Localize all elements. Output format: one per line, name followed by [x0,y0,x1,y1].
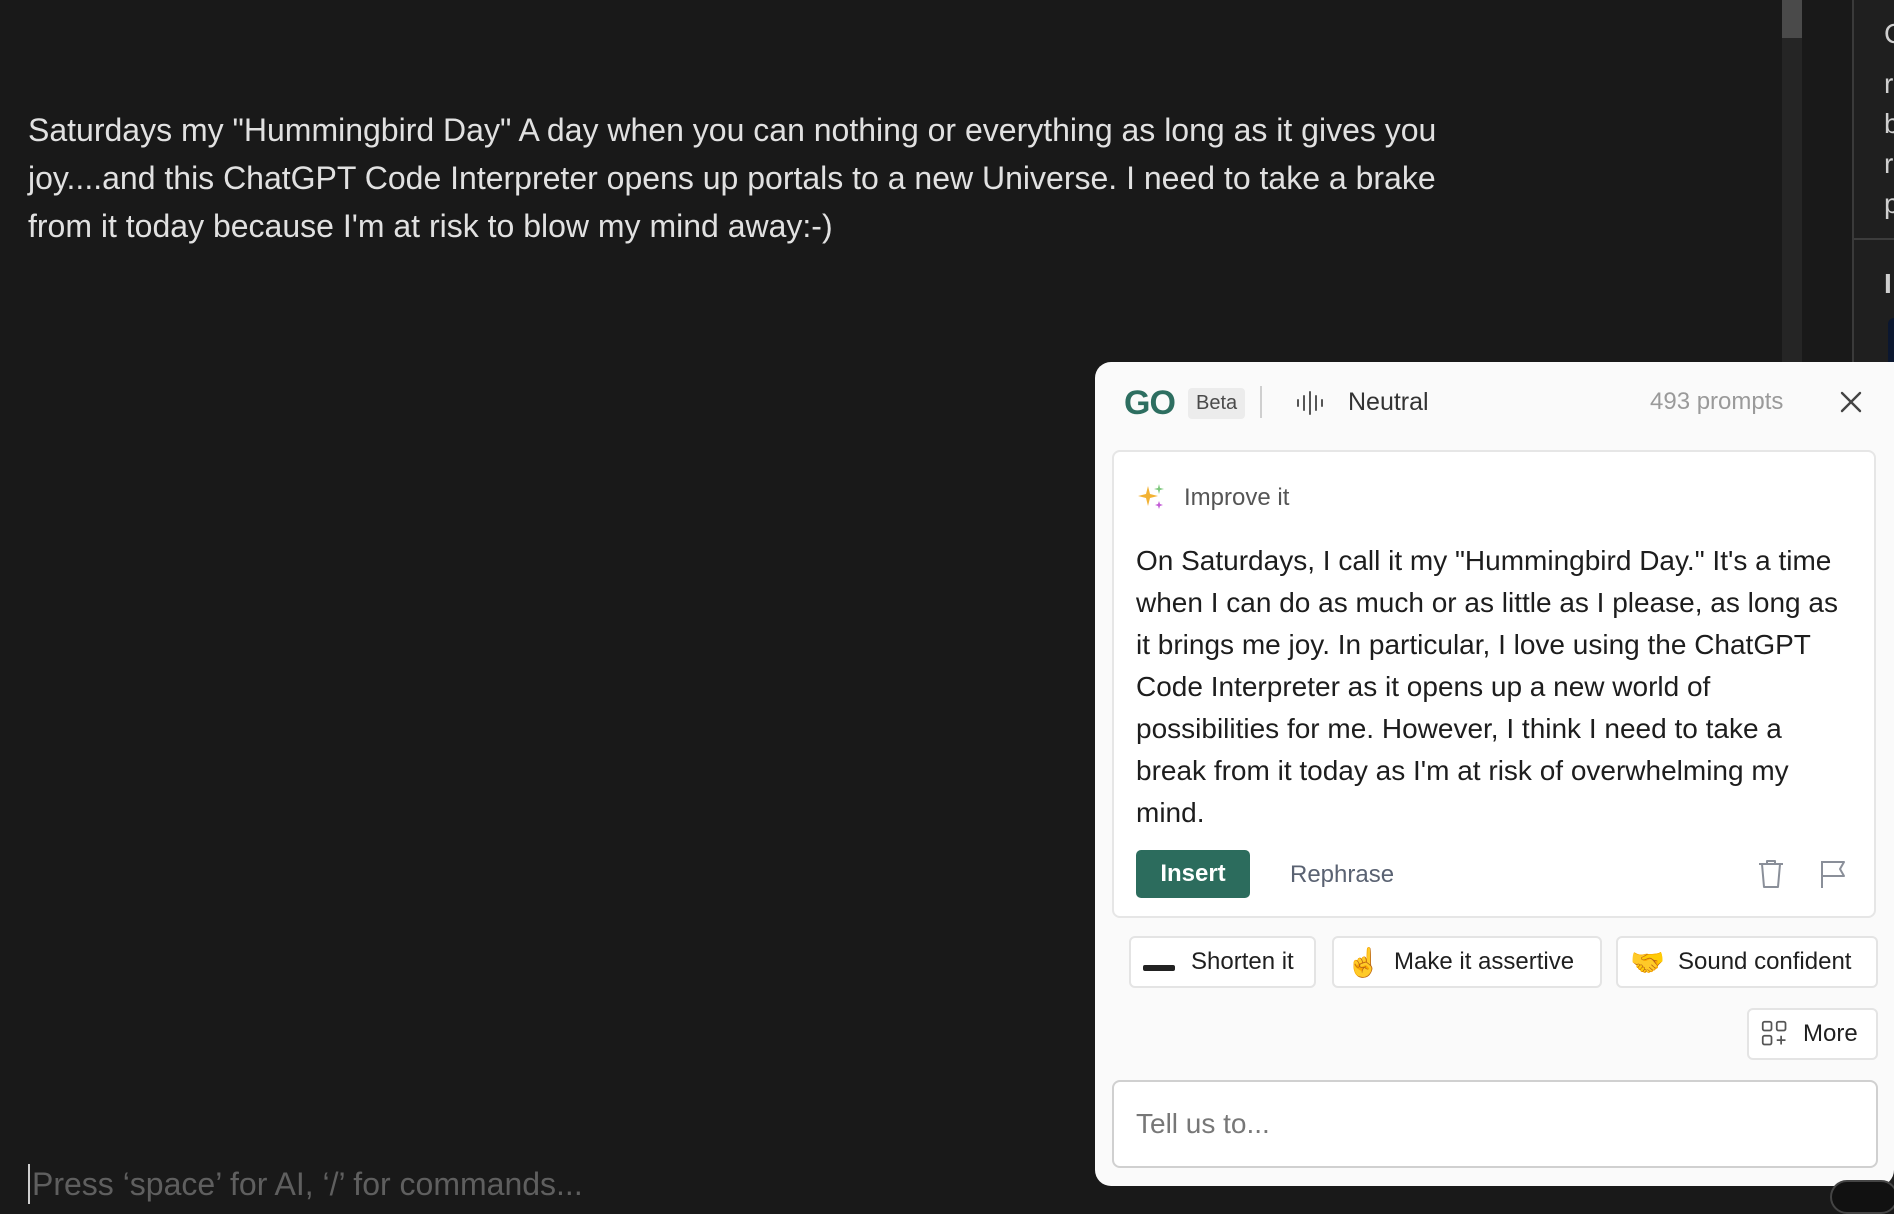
trash-icon[interactable] [1756,858,1786,890]
header-divider [1260,386,1262,418]
side-peek-text: C [1884,18,1894,50]
chip-label: Shorten it [1191,948,1294,975]
apps-plus-icon [1761,1020,1787,1046]
sparkle-icon [1138,484,1164,509]
side-peek-text: r [1884,68,1894,99]
prompts-count: 493 prompts [1650,388,1784,415]
document-body-text[interactable]: Saturdays my "Hummingbird Day" A day whe… [28,106,1448,250]
beta-badge: Beta [1188,388,1246,419]
go-logo: GO [1124,384,1176,422]
dash-icon [1143,946,1175,978]
sound-confident-button[interactable]: 🤝 Sound confident [1616,936,1878,988]
assistant-header: GO Beta Neutral 493 prompts [1095,362,1894,444]
chip-label: Make it assertive [1394,948,1575,975]
card-heading: Improve it [1184,484,1290,511]
tell-us-input[interactable] [1112,1080,1878,1168]
pointing-finger-icon: ☝️ [1346,946,1381,978]
rephrase-button[interactable]: Rephrase [1290,861,1394,889]
shorten-it-button[interactable]: Shorten it [1129,936,1316,988]
panel-bottom-edge [1095,1186,1894,1198]
corner-button[interactable] [1830,1180,1894,1214]
side-peek-text: r [1884,148,1894,179]
tone-selector[interactable]: Neutral [1348,388,1429,417]
go-assistant-panel: GO Beta Neutral 493 prompts Improve it O… [1095,362,1894,1186]
suggestion-card: Improve it On Saturdays, I call it my "H… [1112,450,1876,918]
side-divider [1854,238,1894,240]
editor-command-placeholder[interactable]: Press ‘space’ for AI, ‘/’ for commands..… [28,1164,583,1204]
side-peek-text: p [1884,188,1894,220]
close-icon[interactable] [1833,384,1869,420]
scrollbar-thumb[interactable] [1782,0,1802,38]
side-peek-text: I [1884,268,1892,299]
more-button[interactable]: More [1747,1008,1878,1060]
chip-label: Sound confident [1678,948,1852,975]
handshake-icon: 🤝 [1630,946,1665,978]
insert-button[interactable]: Insert [1136,850,1250,898]
side-peek-text: b [1884,108,1894,140]
flag-icon[interactable] [1818,858,1848,890]
chip-label: More [1803,1020,1858,1047]
voice-wave-icon[interactable] [1295,390,1325,416]
suggestion-text: On Saturdays, I call it my "Hummingbird … [1136,545,1838,828]
make-it-assertive-button[interactable]: ☝️ Make it assertive [1332,936,1602,988]
